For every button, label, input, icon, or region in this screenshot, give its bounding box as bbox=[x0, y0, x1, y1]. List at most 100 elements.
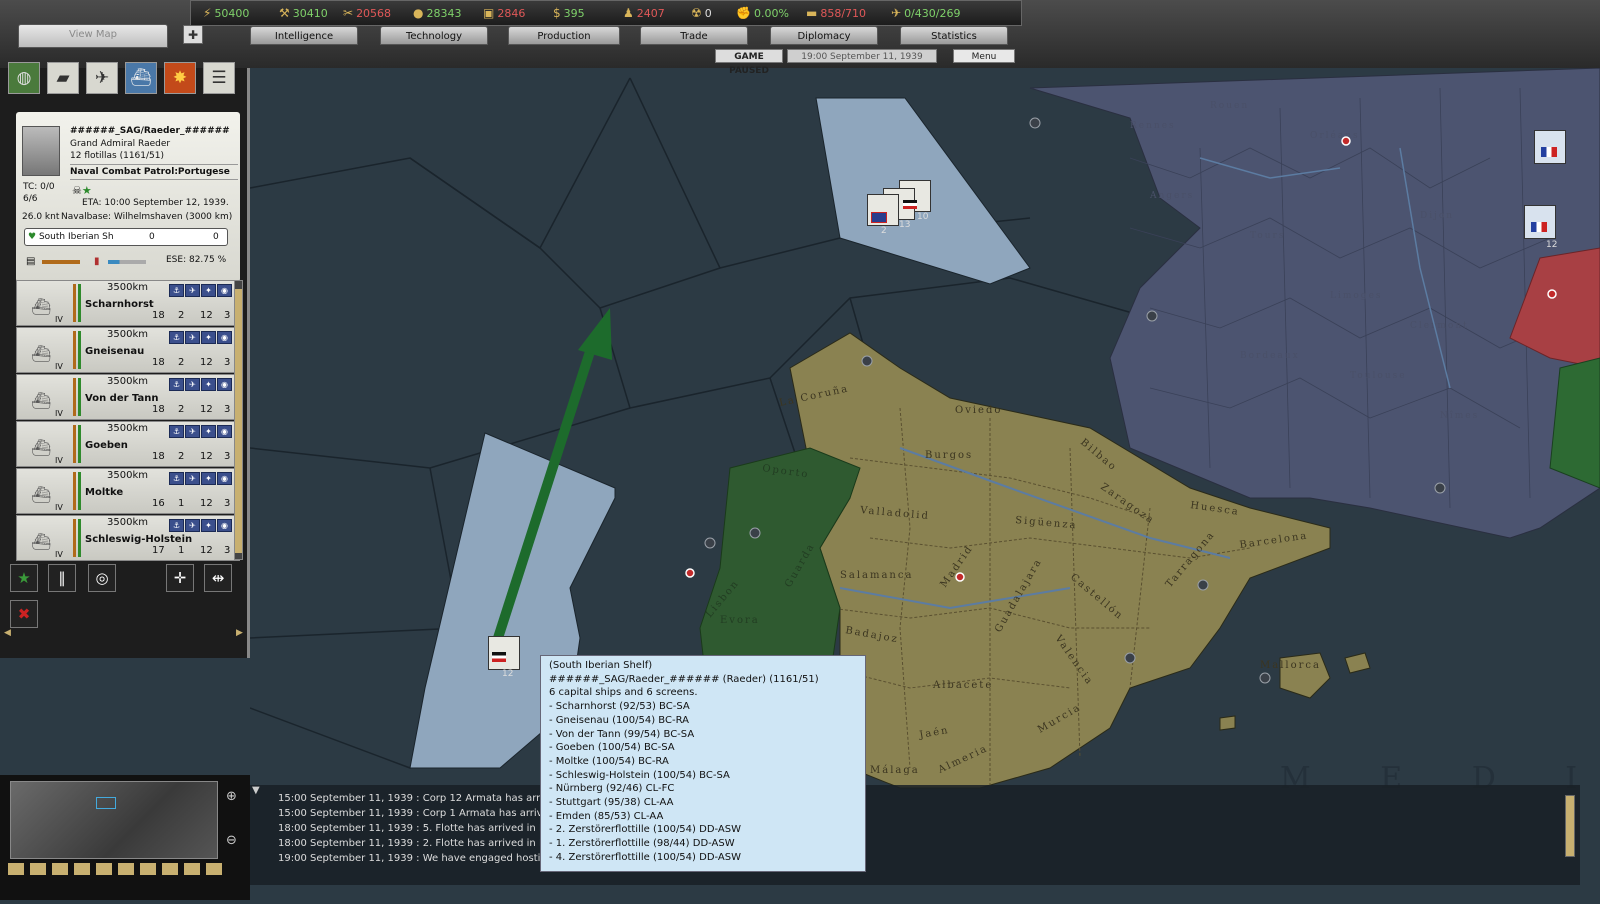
svg-text:Burgos: Burgos bbox=[925, 450, 973, 461]
french-unit-counter[interactable] bbox=[1524, 205, 1556, 239]
ship-stat: 12 bbox=[200, 545, 213, 556]
tab-intelligence[interactable]: Intelligence bbox=[250, 26, 358, 45]
ship-stat: 18 bbox=[152, 404, 165, 415]
tab-diplomacy[interactable]: Diplomacy bbox=[770, 26, 878, 45]
transports-icon: ▬ bbox=[806, 6, 818, 20]
ship-abilities: ⚓ ✈ ✦ ◉ bbox=[169, 425, 232, 438]
map-mode-button[interactable] bbox=[162, 863, 178, 875]
commander-card: ######_SAG/Raeder_###### Grand Admiral R… bbox=[16, 112, 240, 282]
svg-text:Dijon: Dijon bbox=[1420, 211, 1454, 221]
land-units-button[interactable]: ▰ bbox=[47, 62, 79, 94]
tab-statistics[interactable]: Statistics bbox=[900, 26, 1008, 45]
combat-button[interactable]: ✸ bbox=[164, 62, 196, 94]
air-units-button[interactable]: ✈ bbox=[86, 62, 118, 94]
ship-stat: 17 bbox=[152, 545, 165, 556]
merge-button[interactable]: ∥ bbox=[48, 564, 76, 592]
svg-text:Bordeaux: Bordeaux bbox=[1240, 351, 1300, 361]
stack-count-uk: 2 bbox=[881, 226, 887, 236]
zoom-in-icon[interactable]: ⊕ bbox=[226, 789, 237, 804]
ship-stat: 2 bbox=[178, 357, 185, 368]
tooltip-line: - 2. Zerstörerflottille (100/54) DD-ASW bbox=[549, 824, 741, 836]
tab-technology[interactable]: Technology bbox=[380, 26, 488, 45]
tab-trade[interactable]: Trade bbox=[640, 26, 748, 45]
ship-stat: 1 bbox=[178, 498, 185, 509]
ship-stat: 3 bbox=[224, 451, 231, 462]
french-unit-counter-2[interactable] bbox=[1534, 130, 1566, 164]
split-button[interactable]: ⇹ bbox=[204, 564, 232, 592]
map-mode-button[interactable] bbox=[118, 863, 134, 875]
ship-name: Schleswig-Holstein bbox=[85, 534, 193, 545]
favorite-button[interactable]: ★ bbox=[10, 564, 38, 592]
minimap-viewport[interactable] bbox=[96, 797, 116, 809]
disband-button[interactable]: ✖ bbox=[10, 600, 38, 628]
ship-stat: 3 bbox=[224, 545, 231, 556]
ship-row[interactable]: ⛴ IV 3500km Goeben ⚓ ✈ ✦ ◉ 18 2 12 3 bbox=[16, 421, 240, 467]
tc-value: TC: 0/0 bbox=[23, 182, 55, 192]
minimap[interactable]: ⊕ ⊖ bbox=[0, 775, 250, 900]
tooltip-line: - Goeben (100/54) BC-SA bbox=[549, 742, 675, 754]
battlecruiser-icon: ⛴ bbox=[31, 532, 52, 551]
log-scrollbar[interactable] bbox=[1565, 795, 1575, 857]
units-icon: ✈ bbox=[891, 6, 902, 20]
ship-abilities: ⚓ ✈ ✦ ◉ bbox=[169, 284, 232, 297]
land-map-button[interactable]: ◍ bbox=[8, 62, 40, 94]
menu-button[interactable]: Menu bbox=[953, 49, 1015, 63]
ship-stat: 12 bbox=[200, 357, 213, 368]
svg-text:Clermont: Clermont bbox=[1410, 321, 1469, 331]
scroll-right-arrow[interactable]: ▶ bbox=[236, 628, 243, 638]
star-icon: ★ bbox=[81, 184, 92, 197]
oil-resource: ● 28343 bbox=[413, 6, 462, 20]
battlecruiser-icon: ⛴ bbox=[31, 344, 52, 363]
unit-counter-stack[interactable]: 2 13 10 bbox=[867, 180, 937, 238]
map-mode-button[interactable] bbox=[30, 863, 46, 875]
commander-portrait[interactable] bbox=[22, 126, 60, 176]
oil-icon: ● bbox=[413, 6, 424, 20]
naval-units-button[interactable]: ⛴ bbox=[125, 62, 157, 94]
tab-view-map[interactable]: View Map bbox=[18, 24, 168, 48]
map-mode-button[interactable] bbox=[140, 863, 156, 875]
ship-row[interactable]: ⛴ IV 3500km Schleswig-Holstein ⚓ ✈ ✦ ◉ 17 1 12 3 bbox=[16, 515, 240, 561]
ship-row[interactable]: ⛴ IV 3500km Scharnhorst ⚓ ✈ ✦ ◉ 18 2 12 3 bbox=[16, 280, 240, 326]
log-message: 18:00 September 11, 1939 : 2. Flotte has… bbox=[278, 838, 572, 849]
map-mode-button[interactable] bbox=[52, 863, 68, 875]
sea-area-field[interactable]: ♥ South Iberian Sh 0 0 bbox=[24, 228, 228, 246]
ship-list-scrollbar[interactable] bbox=[234, 280, 243, 560]
log-collapse-icon[interactable]: ▼ bbox=[252, 785, 260, 796]
tab-production[interactable]: Production bbox=[508, 26, 620, 45]
radar-icon: ◉ bbox=[217, 472, 232, 485]
orders-button[interactable]: ☰ bbox=[203, 62, 235, 94]
map-mode-button[interactable] bbox=[96, 863, 112, 875]
ship-stat: 12 bbox=[200, 310, 213, 321]
target-button[interactable]: ◎ bbox=[88, 564, 116, 592]
mission-label[interactable]: Naval Combat Patrol:Portugese bbox=[70, 164, 238, 180]
ship-stat: 18 bbox=[152, 310, 165, 321]
ship-stat: 12 bbox=[200, 451, 213, 462]
ship-stat: 3 bbox=[224, 357, 231, 368]
svg-text:Toulouse: Toulouse bbox=[1350, 371, 1407, 381]
ship-tier: IV bbox=[55, 550, 63, 559]
strength-bar bbox=[73, 519, 76, 557]
scroll-left-arrow[interactable]: ◀ bbox=[4, 628, 11, 638]
svg-text:Orléans: Orléans bbox=[1310, 130, 1360, 141]
quick-button[interactable]: ✚ bbox=[183, 25, 203, 44]
ship-row[interactable]: ⛴ IV 3500km Gneisenau ⚓ ✈ ✦ ◉ 18 2 12 3 bbox=[16, 327, 240, 373]
supplies-icon: ▣ bbox=[483, 6, 495, 20]
stack-count-2: 13 bbox=[899, 220, 911, 230]
map-mode-button[interactable] bbox=[74, 863, 90, 875]
ship-abilities: ⚓ ✈ ✦ ◉ bbox=[169, 378, 232, 391]
add-unit-button[interactable]: ✛ bbox=[166, 564, 194, 592]
message-log[interactable]: ▼ 15:00 September 11, 1939 : Corp 12 Arm… bbox=[250, 785, 1580, 885]
map-mode-button[interactable] bbox=[8, 863, 24, 875]
shore-icon: ✦ bbox=[201, 284, 216, 297]
map-mode-button[interactable] bbox=[184, 863, 200, 875]
ship-row[interactable]: ⛴ IV 3500km Moltke ⚓ ✈ ✦ ◉ 16 1 12 3 bbox=[16, 468, 240, 514]
zoom-out-icon[interactable]: ⊖ bbox=[226, 833, 237, 848]
fleet-counter[interactable]: 12 bbox=[488, 636, 520, 682]
game-paused-label: GAME PAUSED bbox=[715, 49, 783, 76]
tooltip-line: - Schleswig-Holstein (100/54) BC-SA bbox=[549, 769, 730, 781]
ship-row[interactable]: ⛴ IV 3500km Von der Tann ⚓ ✈ ✦ ◉ 18 2 12 3 bbox=[16, 374, 240, 420]
resource-bar: ⚡ 50400 ⚒ 30410 ✂ 20568 ● 28343 ▣ 2846 $395 ♟… bbox=[190, 0, 1022, 26]
map-mode-button[interactable] bbox=[206, 863, 222, 875]
fuel-bar bbox=[108, 260, 146, 264]
commander-rank: Grand Admiral Raeder bbox=[70, 139, 171, 149]
